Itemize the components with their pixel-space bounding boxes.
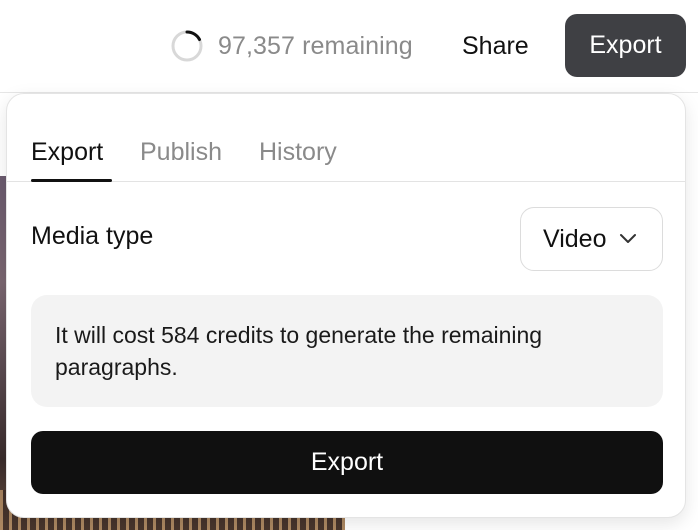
top-bar: 97,357 remaining Share Export: [0, 0, 698, 93]
page: 97,357 remaining Share Export Export Pub…: [0, 0, 698, 530]
export-button[interactable]: Export: [31, 431, 663, 494]
export-header-button[interactable]: Export: [565, 14, 686, 77]
cost-message: It will cost 584 credits to generate the…: [55, 322, 543, 380]
tab-history[interactable]: History: [259, 122, 337, 182]
media-type-select[interactable]: Video: [520, 207, 663, 271]
tab-publish[interactable]: Publish: [140, 122, 222, 182]
credits-indicator: 97,357 remaining: [170, 28, 413, 64]
media-type-value: Video: [543, 224, 607, 253]
active-tab-indicator: [31, 179, 112, 182]
chevron-down-icon: [619, 234, 636, 243]
tab-export[interactable]: Export: [31, 122, 103, 182]
export-popover: Export Publish History Media type Video …: [6, 93, 686, 518]
media-type-label: Media type: [31, 222, 154, 250]
credits-remaining-text: 97,357 remaining: [218, 31, 413, 60]
loading-spinner-icon: [171, 30, 203, 62]
cost-info-box: It will cost 584 credits to generate the…: [31, 295, 663, 407]
popover-tabs: Export Publish History: [7, 94, 685, 182]
share-button[interactable]: Share: [448, 24, 543, 68]
